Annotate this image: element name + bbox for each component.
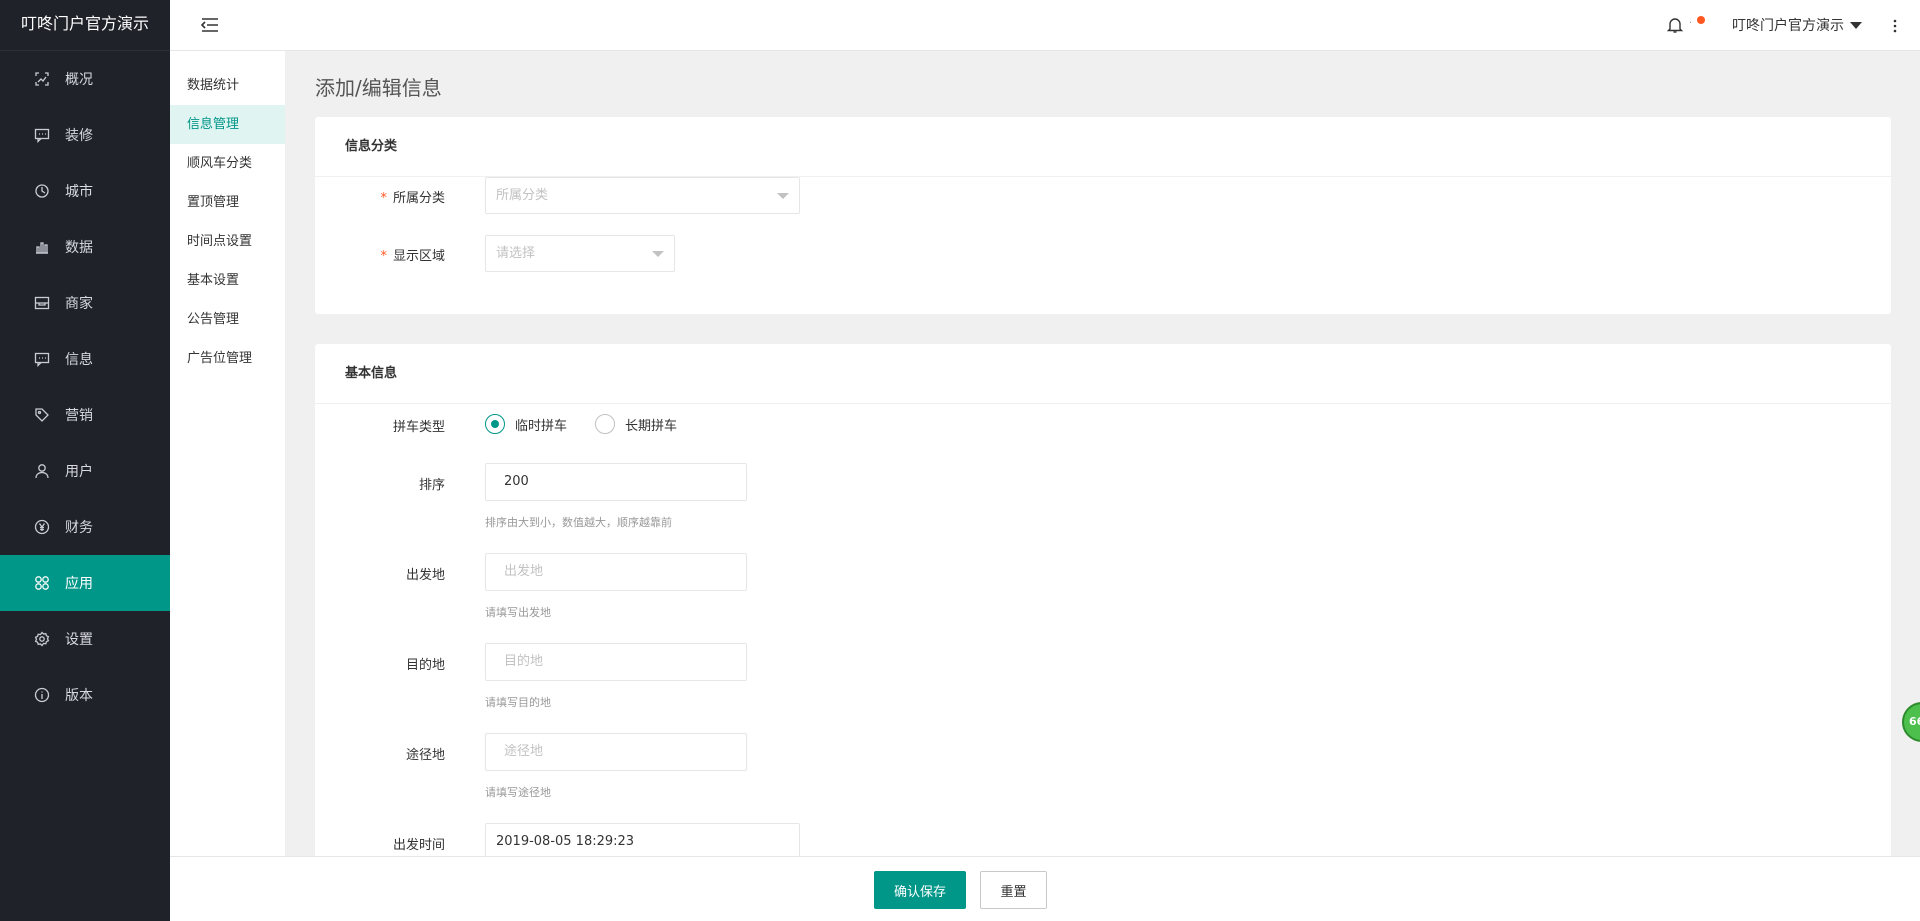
chevron-down-icon [652,251,664,257]
gear-icon [34,631,50,647]
notification-dot [1697,16,1705,24]
bell-separator: · [1689,18,1693,29]
required-mark: * [380,249,387,264]
to-hint: 请填写目的地 [485,696,551,709]
category-section-title: 信息分类 [315,117,1891,177]
nav-label: 财务 [65,520,93,536]
main-sidebar: 叮咚门户官方演示 概况 装修 城市 数据 商家 信息 营销 用户 财务 应用 设… [0,0,170,921]
radio-unchecked-icon [595,414,615,434]
subnav-item-basic-setting[interactable]: 基本设置 [170,261,285,300]
nav-item-merchant[interactable]: 商家 [0,275,170,331]
chat-icon [34,127,50,143]
nav-label: 应用 [65,576,93,592]
nav-item-apps[interactable]: 应用 [0,555,170,611]
nav-item-users[interactable]: 用户 [0,443,170,499]
time-label: 出发时间 [392,838,445,853]
subnav-item-carpool-category[interactable]: 顺风车分类 [170,144,285,183]
yen-icon [34,519,50,535]
from-hint: 请填写出发地 [485,606,551,619]
nav-label: 版本 [65,688,93,704]
radio-checked-icon [485,414,505,434]
basic-info-section-title: 基本信息 [315,344,1891,404]
page-title: 添加/编辑信息 [315,76,442,100]
floating-counter-badge[interactable]: 66 [1902,702,1920,742]
sort-hint: 排序由大到小，数值越大，顺序越靠前 [485,516,672,529]
nav-item-marketing[interactable]: 营销 [0,387,170,443]
nav-item-decor[interactable]: 装修 [0,107,170,163]
subnav-item-time-setting[interactable]: 时间点设置 [170,222,285,261]
caret-down-icon [1850,21,1862,29]
subnav-item-stats[interactable]: 数据统计 [170,66,285,105]
nav-item-city[interactable]: 城市 [0,163,170,219]
to-label: 目的地 [405,658,445,673]
nav-item-version[interactable]: 版本 [0,667,170,723]
nav-label: 城市 [65,184,93,200]
basic-info-card: 基本信息 拼车类型 临时拼车 长期拼车 排序 200 排序由大到小，数值越大，顺… [315,344,1891,921]
category-label: * 所属分类 [380,191,445,206]
sort-input[interactable]: 200 [485,463,747,501]
subnav-item-ad-manage[interactable]: 广告位管理 [170,339,285,378]
nav-label: 营销 [65,408,93,424]
user-icon [34,463,50,479]
category-select[interactable]: 所属分类 [485,177,800,214]
user-name: 叮咚门户官方演示 [1732,18,1844,34]
nav-item-info[interactable]: 信息 [0,331,170,387]
action-bar: 确认保存 重置 [170,856,1920,921]
clock-icon [34,183,50,199]
radio-temporary[interactable]: 临时拼车 [485,414,567,434]
nav-label: 商家 [65,296,93,312]
nav-label: 用户 [65,464,93,480]
required-mark: * [380,191,387,206]
to-input[interactable]: 目的地 [485,643,747,681]
tag-icon [34,407,50,423]
sort-label: 排序 [418,478,445,493]
more-vertical-icon[interactable] [1892,16,1898,36]
area-select[interactable]: 请选择 [485,235,675,272]
nav-item-finance[interactable]: 财务 [0,499,170,555]
nav-item-overview[interactable]: 概况 [0,51,170,107]
reset-button[interactable]: 重置 [980,871,1047,909]
carpool-type-label: 拼车类型 [392,420,445,435]
area-select-placeholder: 请选择 [496,246,536,261]
apps-icon [34,575,50,591]
category-card: 信息分类 * 所属分类 所属分类 * 显示区域 请选择 [315,117,1891,314]
menu-toggle-icon[interactable] [200,16,220,34]
info-icon [34,687,50,703]
save-button[interactable]: 确认保存 [874,871,966,909]
chevron-down-icon [777,193,789,199]
subnav-item-top-manage[interactable]: 置顶管理 [170,183,285,222]
nav-label: 装修 [65,128,93,144]
from-input[interactable]: 出发地 [485,553,747,591]
from-label: 出发地 [405,568,445,583]
nav-label: 概况 [65,72,93,88]
radio-long-term[interactable]: 长期拼车 [595,414,677,434]
subnav-item-notice-manage[interactable]: 公告管理 [170,300,285,339]
area-label: * 显示区域 [380,249,445,264]
via-hint: 请填写途径地 [485,786,551,799]
nav-label: 信息 [65,352,93,368]
category-select-placeholder: 所属分类 [496,188,549,203]
sub-sidebar: 数据统计 信息管理 顺风车分类 置顶管理 时间点设置 基本设置 公告管理 广告位… [170,51,285,921]
store-icon [34,295,50,311]
via-label: 途径地 [405,748,445,763]
brand-title: 叮咚门户官方演示 [0,0,170,51]
nav-label: 设置 [65,632,93,648]
top-header: · 叮咚门户官方演示 [170,0,1920,51]
nav-item-data[interactable]: 数据 [0,219,170,275]
subnav-item-info-manage[interactable]: 信息管理 [170,105,285,144]
nav-item-settings[interactable]: 设置 [0,611,170,667]
bell-icon[interactable] [1666,16,1684,34]
nav-label: 数据 [65,240,93,256]
user-menu[interactable]: 叮咚门户官方演示 [1732,15,1862,35]
message-icon [34,351,50,367]
bar-chart-icon [34,239,50,255]
via-input[interactable]: 途径地 [485,733,747,771]
dashboard-icon [34,71,50,87]
